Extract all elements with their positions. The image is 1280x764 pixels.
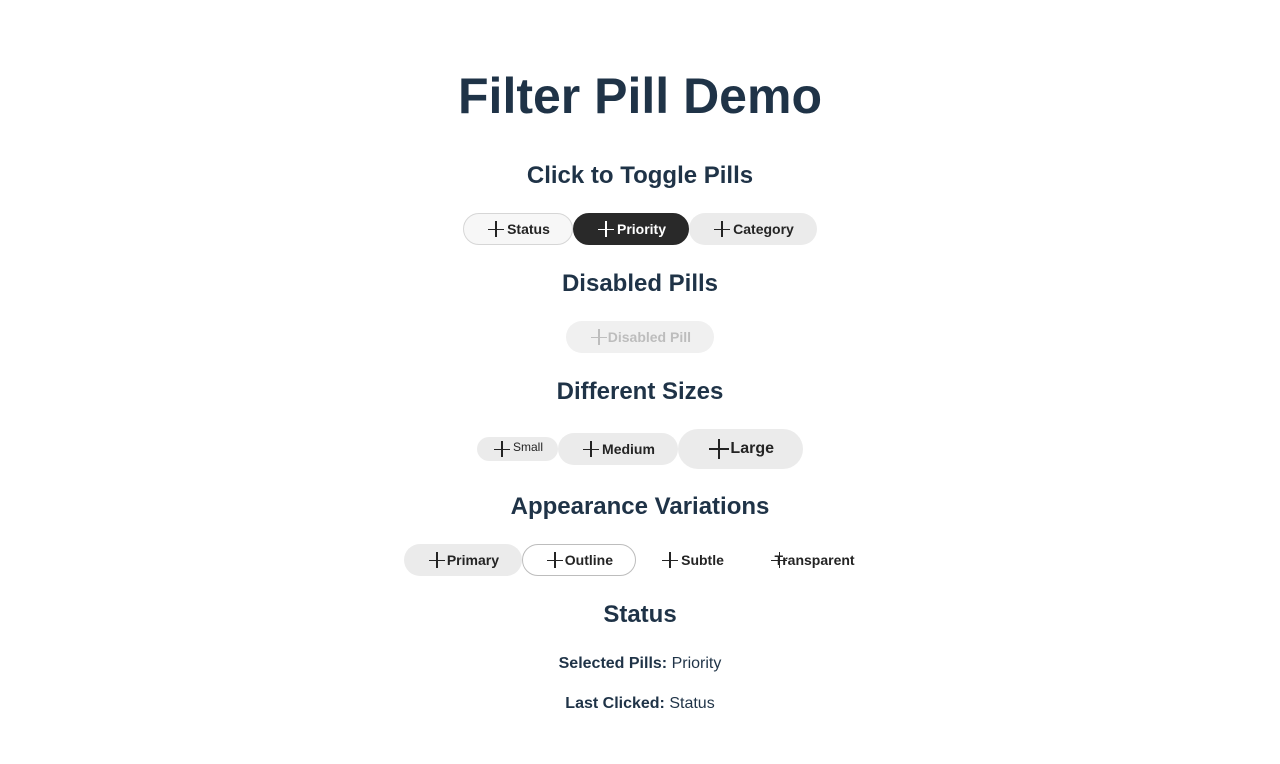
- pill-label: Outline: [564, 552, 613, 568]
- outline-filter-pill[interactable]: Outline: [522, 544, 636, 576]
- plus-icon: [598, 221, 614, 237]
- disabled-filter-pill: Disabled Pill: [566, 321, 714, 353]
- plus-icon: [488, 221, 505, 237]
- plus-icon: [547, 552, 563, 568]
- plus-icon: [591, 329, 607, 345]
- status-filter-pill[interactable]: Status: [463, 213, 573, 245]
- small-filter-pill[interactable]: Small: [477, 437, 558, 461]
- pill-label: Medium: [602, 441, 655, 457]
- subtle-filter-pill[interactable]: Subtle: [636, 544, 748, 576]
- category-filter-pill[interactable]: Category: [689, 213, 817, 245]
- pill-label: Disabled Pill: [607, 329, 691, 345]
- pill-label: Priority: [616, 221, 666, 237]
- pill-label: Primary: [446, 552, 499, 568]
- large-filter-pill[interactable]: Large: [678, 429, 803, 469]
- appearance-section-heading: Appearance Variations: [510, 493, 770, 520]
- plus-icon: [709, 439, 730, 459]
- last-clicked-label: Last Clicked:: [565, 695, 665, 712]
- pill-label: Status: [507, 221, 550, 237]
- plus-icon: [429, 552, 445, 568]
- page: Filter Pill Demo Click to Toggle Pills S…: [0, 0, 1280, 764]
- pill-label: Subtle: [681, 552, 724, 568]
- sizes-pill-row: Small Medium Large: [0, 429, 1280, 469]
- status-section-heading: Status: [603, 601, 677, 628]
- appearance-pill-row: Primary Outline Subtle Transparent: [0, 544, 1280, 576]
- plus-icon: [714, 221, 731, 237]
- plus-icon: [662, 552, 679, 568]
- disabled-section-heading: Disabled Pills: [561, 270, 719, 297]
- plus-icon: [583, 441, 600, 457]
- primary-filter-pill[interactable]: Primary: [404, 544, 522, 576]
- transparent-filter-pill[interactable]: Transparent: [748, 544, 876, 576]
- toggle-section-heading: Click to Toggle Pills: [526, 162, 754, 189]
- selected-pills-label: Selected Pills:: [558, 655, 668, 672]
- pill-label: Small: [512, 440, 543, 454]
- last-clicked-status: Last Clicked: Status: [0, 694, 1280, 714]
- priority-filter-pill[interactable]: Priority: [573, 213, 689, 245]
- toggle-pill-row: Status Priority Category: [0, 213, 1280, 245]
- page-title: Filter Pill Demo: [458, 68, 822, 124]
- medium-filter-pill[interactable]: Medium: [558, 433, 678, 465]
- disabled-pill-row: Disabled Pill: [0, 321, 1280, 353]
- pill-label: Large: [730, 440, 774, 457]
- selected-pills-status: Selected Pills: Priority: [0, 654, 1280, 674]
- plus-icon: [494, 441, 510, 457]
- selected-pills-value: Priority: [671, 655, 722, 672]
- sizes-section-heading: Different Sizes: [556, 378, 724, 405]
- last-clicked-value: Status: [669, 695, 715, 712]
- pill-label: Category: [733, 221, 794, 237]
